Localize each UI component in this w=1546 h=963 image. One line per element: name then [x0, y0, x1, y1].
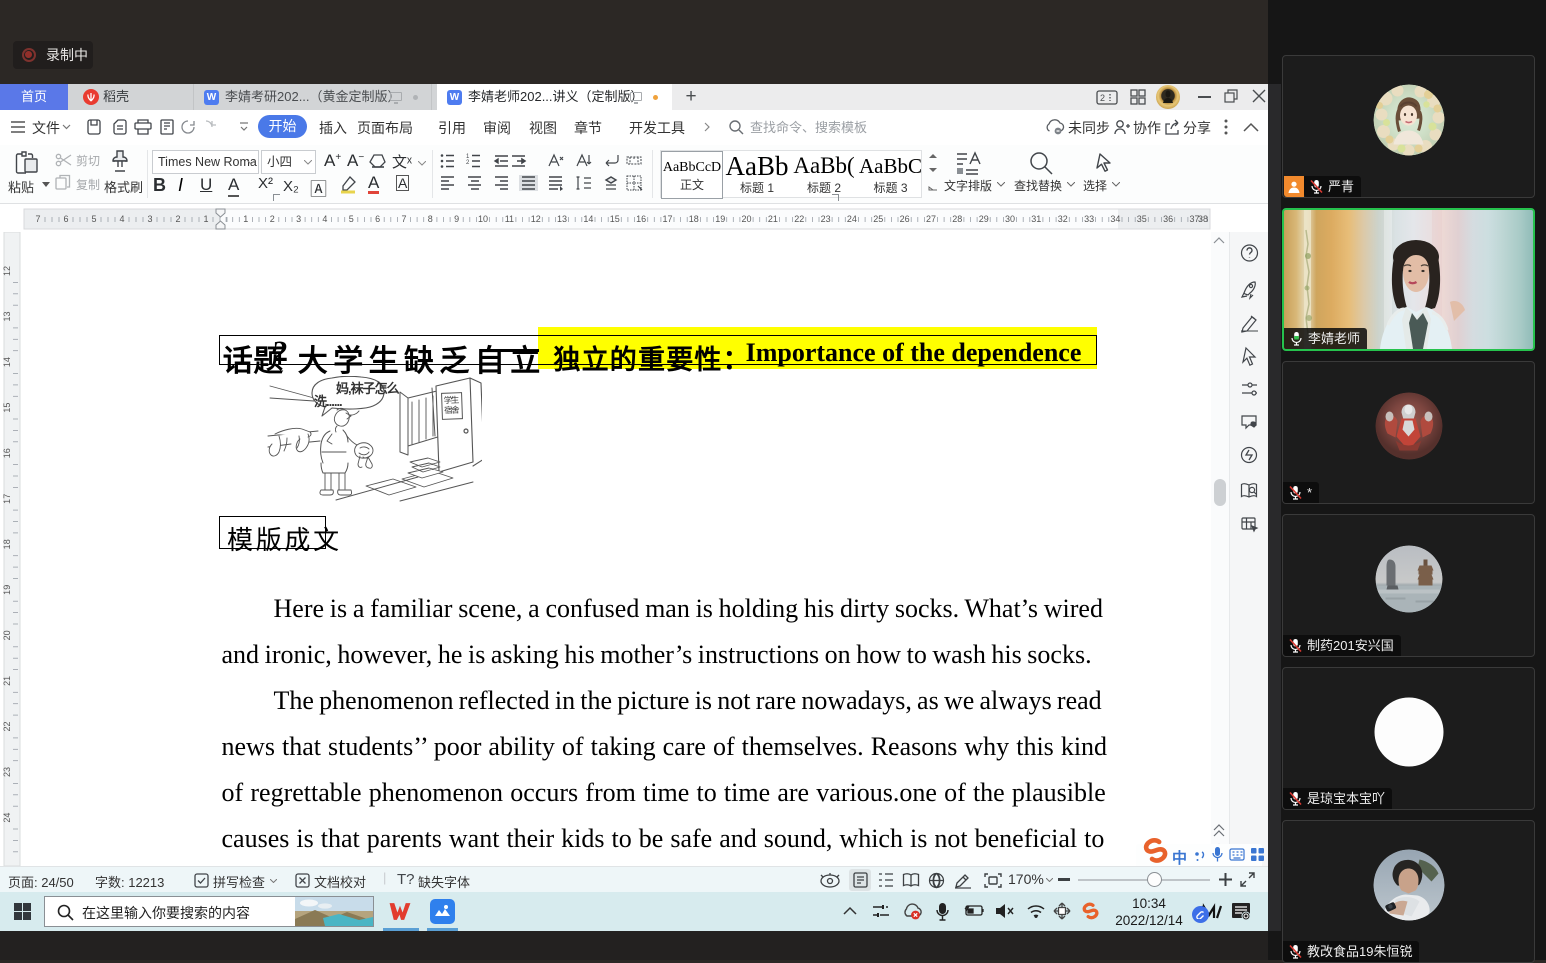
svg-text:28: 28 [952, 214, 962, 224]
svg-text:3: 3 [296, 214, 301, 224]
svg-text:33: 33 [1084, 214, 1094, 224]
svg-text:12: 12 [531, 214, 541, 224]
svg-text:10: 10 [478, 214, 488, 224]
svg-text:16: 16 [2, 448, 12, 458]
svg-text:19: 19 [715, 214, 725, 224]
svg-text:16: 16 [636, 214, 646, 224]
svg-text:13: 13 [2, 311, 12, 321]
svg-text:2: 2 [466, 160, 470, 166]
svg-text:4: 4 [322, 214, 327, 224]
svg-text:1: 1 [243, 214, 248, 224]
svg-text:24: 24 [2, 813, 12, 823]
svg-text:17: 17 [2, 494, 12, 504]
svg-text:32: 32 [1058, 214, 1068, 224]
svg-text:15: 15 [2, 403, 12, 413]
svg-text:7: 7 [35, 214, 40, 224]
svg-text:6: 6 [63, 214, 68, 224]
svg-text:12: 12 [2, 266, 12, 276]
svg-text:25: 25 [873, 214, 883, 224]
svg-text:3: 3 [147, 214, 152, 224]
svg-text:14: 14 [583, 214, 593, 224]
svg-text:38: 38 [1198, 214, 1208, 224]
svg-text:2: 2 [270, 214, 275, 224]
svg-text:22: 22 [794, 214, 804, 224]
svg-text:36: 36 [1163, 214, 1173, 224]
svg-text:1: 1 [203, 214, 208, 224]
svg-text:5: 5 [349, 214, 354, 224]
svg-text:21: 21 [768, 214, 778, 224]
svg-text:4: 4 [119, 214, 124, 224]
svg-text:8: 8 [428, 214, 433, 224]
svg-text:11: 11 [505, 214, 514, 224]
svg-text:2: 2 [175, 214, 180, 224]
svg-text:学生: 学生 [444, 395, 460, 406]
svg-text:13: 13 [557, 214, 567, 224]
svg-text:妈,袜子怎么: 妈,袜子怎么 [336, 381, 400, 396]
svg-text:14: 14 [2, 357, 12, 367]
svg-text:29: 29 [979, 214, 989, 224]
svg-text:20: 20 [2, 630, 12, 640]
svg-text:9: 9 [454, 214, 459, 224]
svg-text:35: 35 [1137, 214, 1147, 224]
svg-text:26: 26 [900, 214, 910, 224]
svg-text:17: 17 [662, 214, 672, 224]
svg-text:7: 7 [401, 214, 406, 224]
svg-text:34: 34 [1110, 214, 1120, 224]
svg-text:18: 18 [2, 539, 12, 549]
svg-text:23: 23 [821, 214, 831, 224]
svg-text:5: 5 [91, 214, 96, 224]
svg-text:20: 20 [741, 214, 751, 224]
svg-text:24: 24 [847, 214, 857, 224]
svg-text:23: 23 [2, 767, 12, 777]
svg-text:21: 21 [2, 676, 12, 686]
svg-text:洗......: 洗...... [314, 394, 342, 409]
svg-text:22: 22 [2, 721, 12, 731]
svg-text:30: 30 [1005, 214, 1015, 224]
svg-text:6: 6 [375, 214, 380, 224]
svg-text:19: 19 [2, 585, 12, 595]
svg-text:宿舍: 宿舍 [444, 405, 460, 416]
svg-text:15: 15 [610, 214, 620, 224]
svg-text:2: 2 [1100, 93, 1105, 103]
svg-text:27: 27 [926, 214, 936, 224]
svg-text:31: 31 [1031, 214, 1041, 224]
svg-text:18: 18 [689, 214, 699, 224]
